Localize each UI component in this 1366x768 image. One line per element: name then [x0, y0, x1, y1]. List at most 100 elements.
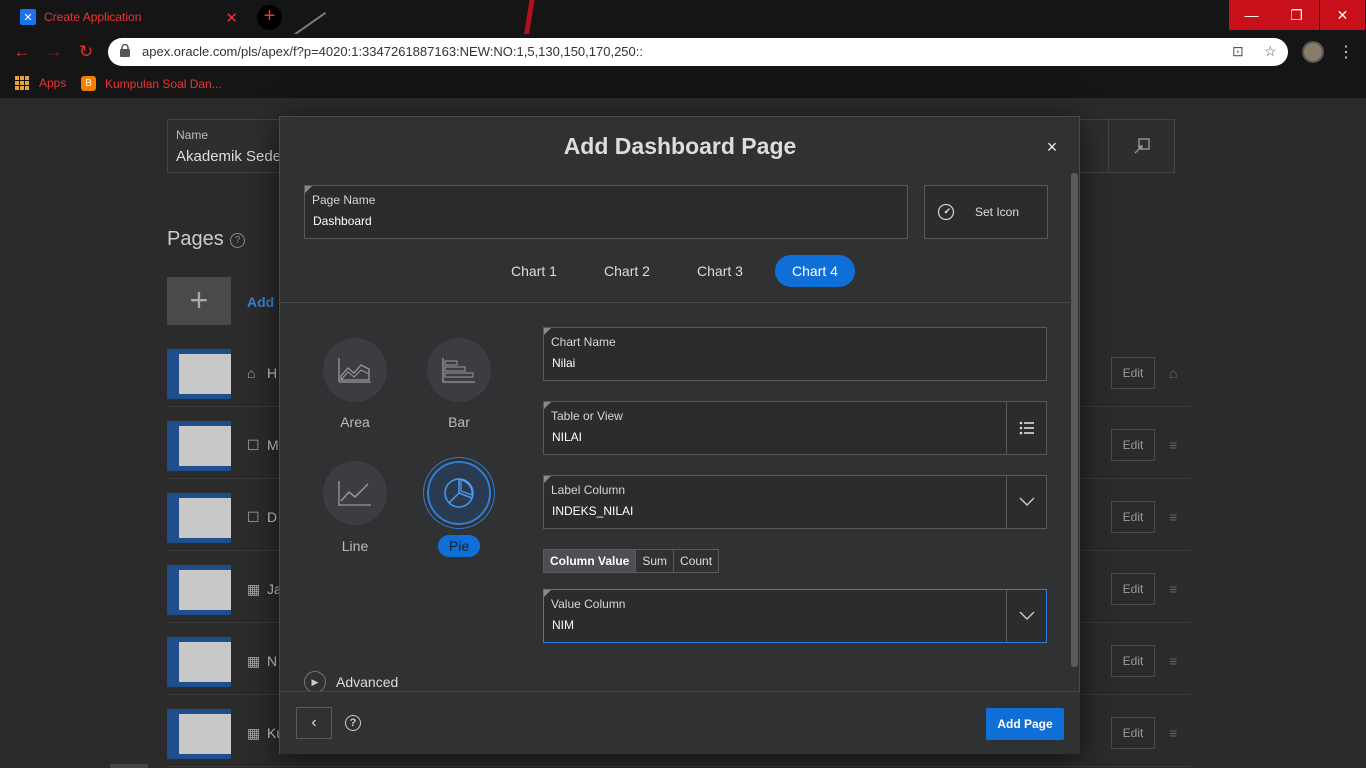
page-row-name: M [267, 437, 279, 453]
back-button[interactable]: ‹ [296, 707, 332, 739]
bookmark-apps[interactable]: Apps [15, 76, 66, 90]
report-icon: ▦ [247, 653, 261, 669]
window-close-button[interactable]: ✕ [1320, 0, 1365, 30]
label-column-label: Label Column [551, 483, 626, 497]
dialog-scrollbar[interactable] [1071, 173, 1078, 667]
count-option[interactable]: Count [674, 550, 718, 572]
tab-chart-2[interactable]: Chart 2 [595, 255, 659, 287]
dialog-footer: ‹ ? Add Page [280, 691, 1080, 754]
blogger-icon: B [81, 76, 96, 91]
url-text[interactable]: apex.oracle.com/pls/apex/f?p=4020:1:3347… [142, 44, 643, 59]
tab-close-icon[interactable]: ✕ [225, 9, 238, 27]
edit-button[interactable]: Edit [1111, 429, 1155, 461]
edit-button[interactable]: Edit [1111, 573, 1155, 605]
forward-arrow-icon[interactable]: → [44, 42, 64, 62]
appearance-button[interactable] [1108, 120, 1174, 172]
drag-handle-icon[interactable]: ≡ [1169, 653, 1177, 669]
profile-avatar[interactable] [1302, 41, 1324, 63]
address-bar[interactable]: apex.oracle.com/pls/apex/f?p=4020:1:3347… [108, 38, 1288, 66]
bar-chart-option[interactable] [427, 338, 491, 402]
value-column-field[interactable]: Value Column NIM [543, 589, 1047, 643]
chevron-down-icon [1019, 611, 1034, 620]
tab-chart-3[interactable]: Chart 3 [688, 255, 752, 287]
play-icon: ▶ [304, 671, 326, 693]
minimize-button[interactable]: — [1229, 0, 1274, 30]
area-chart-option[interactable] [323, 338, 387, 402]
set-icon-button[interactable]: Set Icon [924, 185, 1048, 239]
aggregation-toggle: Column Value Sum Count [543, 549, 720, 573]
maximize-button[interactable]: ❐ [1274, 0, 1319, 30]
report-icon: ▦ [247, 725, 261, 741]
line-label: Line [341, 538, 369, 554]
scrollbar[interactable] [110, 764, 148, 768]
gauge-icon [937, 203, 955, 221]
edit-button[interactable]: Edit [1111, 357, 1155, 389]
add-page-tile[interactable]: + [167, 277, 231, 325]
sum-option[interactable]: Sum [636, 550, 675, 572]
label-column-field[interactable]: Label Column INDEKS_NILAI [543, 475, 1047, 529]
bookmark-label: Kumpulan Soal Dan... [105, 76, 222, 91]
help-icon[interactable]: ? [230, 233, 245, 248]
translate-icon[interactable]: ⊡ [1232, 43, 1244, 60]
page-row-name: H [267, 365, 278, 381]
back-arrow-icon[interactable]: ← [12, 42, 32, 62]
add-page-button[interactable]: Add Page [986, 708, 1064, 740]
apex-favicon-icon: ✕ [20, 9, 36, 25]
value-column-dropdown[interactable] [1006, 590, 1046, 642]
table-or-view-input[interactable]: NILAI [552, 430, 582, 444]
drag-handle-icon[interactable]: ≡ [1169, 509, 1177, 525]
chart-name-field[interactable]: Chart Name Nilai [543, 327, 1047, 381]
edit-button[interactable]: Edit [1111, 501, 1155, 533]
edit-button[interactable]: Edit [1111, 645, 1155, 677]
tab-chart-1[interactable]: Chart 1 [502, 255, 566, 287]
browser-toolbar: ← → ↻ apex.oracle.com/pls/apex/f?p=4020:… [0, 34, 1366, 70]
page-name-input[interactable]: Dashboard [313, 214, 372, 228]
browser-tab[interactable]: ✕ Create Application ✕ [8, 0, 250, 34]
chevron-down-icon [1019, 497, 1034, 506]
help-icon[interactable]: ? [345, 715, 361, 731]
drag-handle-icon[interactable]: ≡ [1169, 437, 1177, 453]
bookmark-kumpulan-soal[interactable]: B Kumpulan Soal Dan... [81, 76, 222, 91]
page-thumbnail [167, 709, 231, 759]
drag-handle-icon[interactable]: ≡ [1169, 581, 1177, 597]
form-icon: ☐ [247, 437, 260, 453]
bookmark-label: Apps [39, 76, 67, 90]
reload-icon[interactable]: ↻ [76, 42, 96, 62]
table-or-view-field[interactable]: Table or View NILAI [543, 401, 1047, 455]
wallpaper-streak [507, 0, 538, 34]
value-column-select[interactable]: NIM [552, 618, 574, 632]
pie-chart-option[interactable] [427, 461, 491, 525]
page-thumbnail [167, 349, 231, 399]
form-icon: ☐ [247, 509, 260, 525]
chart-tabs: Chart 1 Chart 2 Chart 3 Chart 4 [280, 255, 1080, 287]
new-tab-button[interactable]: + [257, 5, 282, 30]
label-column-select[interactable]: INDEKS_NILAI [552, 504, 633, 518]
close-icon[interactable]: × [1042, 137, 1062, 157]
page-name-label: Page Name [312, 193, 376, 207]
page-thumbnail [167, 493, 231, 543]
page-row-name: D [267, 509, 278, 525]
drag-handle-icon[interactable]: ≡ [1169, 725, 1177, 741]
add-dashboard-page-dialog: Add Dashboard Page × Page Name Dashboard… [279, 116, 1080, 754]
edit-button[interactable]: Edit [1111, 717, 1155, 749]
line-chart-icon [338, 481, 371, 506]
add-page-link[interactable]: Add [247, 294, 274, 310]
dialog-title: Add Dashboard Page [563, 133, 797, 159]
browser-titlebar: ✕ Create Application ✕ + — ❐ ✕ [0, 0, 1366, 34]
page-name-field[interactable]: Page Name Dashboard [304, 185, 908, 239]
label-column-dropdown[interactable] [1006, 476, 1046, 528]
area-chart-icon [338, 358, 371, 383]
page-thumbnail [167, 637, 231, 687]
column-value-option[interactable]: Column Value [544, 550, 637, 572]
line-chart-option[interactable] [323, 461, 387, 525]
advanced-toggle[interactable]: ▶ Advanced [304, 671, 398, 693]
page-row-name: N [267, 653, 278, 669]
tab-title: Create Application [44, 10, 142, 24]
chart-name-input[interactable]: Nilai [552, 356, 575, 370]
browser-menu-icon[interactable]: ⋮ [1338, 42, 1354, 62]
list-icon [1019, 421, 1034, 435]
list-picker-button[interactable] [1006, 402, 1046, 454]
bookmark-star-icon[interactable]: ☆ [1264, 43, 1277, 60]
tab-chart-4[interactable]: Chart 4 [775, 255, 855, 287]
set-icon-label: Set Icon [975, 205, 1020, 219]
